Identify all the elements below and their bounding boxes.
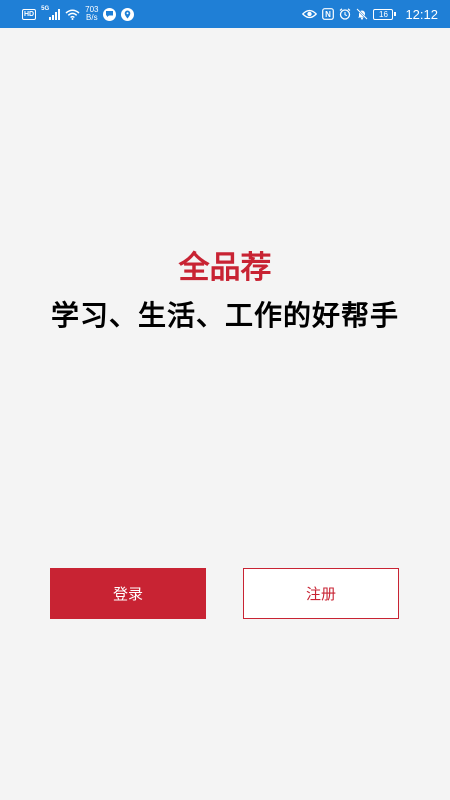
status-time: 12:12 xyxy=(405,6,438,22)
eye-icon xyxy=(302,9,318,19)
hd-badge: HD xyxy=(22,8,37,20)
app-slogan: 学习、生活、工作的好帮手 xyxy=(50,299,399,332)
login-button[interactable]: 登录 xyxy=(50,568,206,619)
status-bar: HD 5G 703 B/s N 16 12:12 xyxy=(0,0,450,28)
login-button-label: 登录 xyxy=(112,585,143,603)
launch-screen: HD 5G 703 B/s N 16 12:12 全品荐 学习、生活、工作的好帮… xyxy=(0,0,450,800)
app-title: 全品荐 xyxy=(178,250,272,286)
register-button-label: 注册 xyxy=(305,585,336,603)
bell-muted-icon xyxy=(356,8,369,20)
battery-level: 16 xyxy=(373,8,394,20)
network-speed-unit: B/s xyxy=(86,13,98,22)
register-button[interactable]: 注册 xyxy=(243,568,399,619)
nfc-label: N xyxy=(326,10,332,19)
nfc-icon: N xyxy=(322,8,335,20)
status-bar-right: N 16 12:12 xyxy=(302,7,438,22)
location-pin-icon xyxy=(121,7,135,21)
chat-bubble-icon xyxy=(103,7,117,21)
alarm-clock-icon xyxy=(339,8,351,20)
network-generation-label: 5G xyxy=(41,5,50,12)
network-speed: 703 B/s xyxy=(85,6,98,22)
battery-icon: 16 xyxy=(373,8,397,20)
status-bar-left: HD 5G 703 B/s xyxy=(22,5,135,22)
cellular-signal-icon: 5G xyxy=(41,5,61,20)
wifi-icon xyxy=(65,9,80,20)
